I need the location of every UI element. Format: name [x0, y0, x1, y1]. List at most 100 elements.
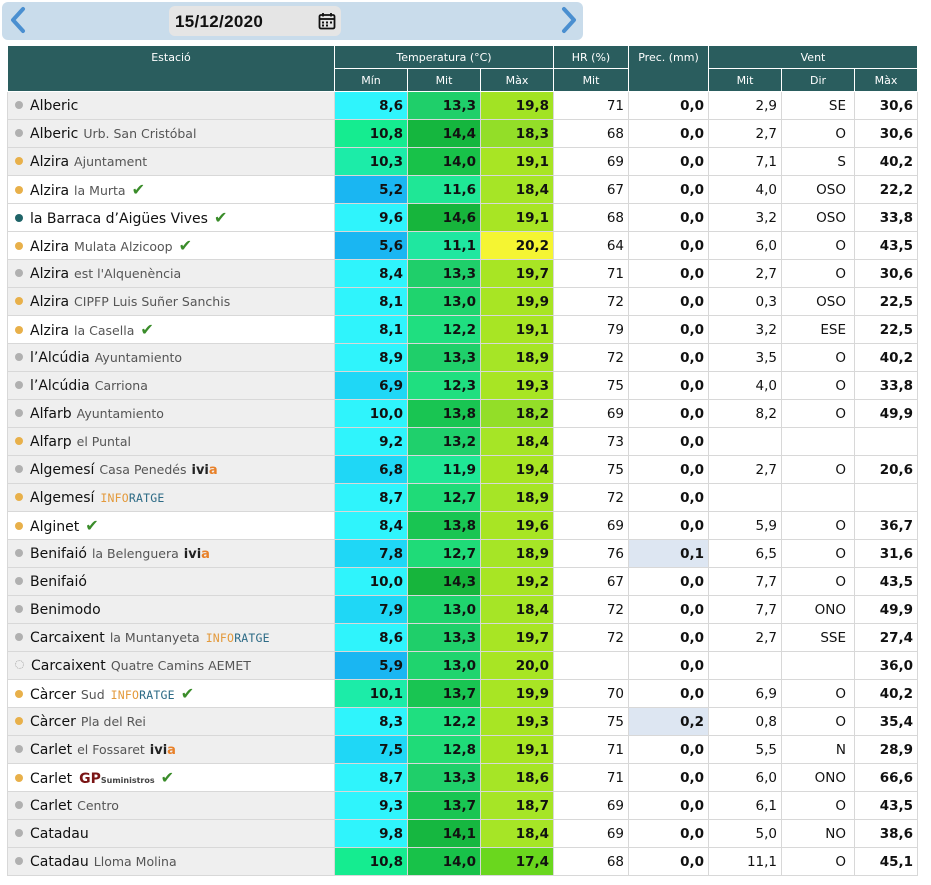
station-name[interactable]: Carlet	[30, 771, 72, 787]
station-name[interactable]: Catadau	[30, 854, 89, 870]
chevron-left-icon[interactable]	[6, 5, 30, 35]
header-hr-mit[interactable]: Mit	[553, 68, 629, 92]
table-row[interactable]: l’Alcúdia Carriona 6,9 12,3 19,3 75 0,0 4,0 O 33,…	[7, 371, 918, 400]
station-cell[interactable]: Catadau	[7, 819, 335, 848]
table-row[interactable]: Càrcer Pla del Rei 8,3 12,2 19,3 75 0,2 0,8 O 35,…	[7, 707, 918, 736]
table-row[interactable]: Alzira CIPFP Luis Suñer Sanchis 8,1 13,0 19,…	[7, 287, 918, 316]
status-dot-icon	[15, 660, 24, 669]
table-row[interactable]: Alzira la Murta ✔ 5,2 11,6 18,4 67 0,0 4,0 OSO 22,…	[7, 175, 918, 204]
table-row[interactable]: Catadau 9,8 14,1 18,4 69 0,0 5,0 NO 38,6	[7, 819, 918, 848]
header-wind-dir[interactable]: Dir	[781, 68, 855, 92]
station-name[interactable]: Carcaixent	[30, 630, 105, 646]
station-name[interactable]: Alberic	[30, 126, 78, 142]
station-cell[interactable]: Alzira CIPFP Luis Suñer Sanchis	[7, 287, 335, 316]
table-row[interactable]: Carcaixent Quatre Camins AEMET 5,9 13,0 20,0…	[7, 651, 918, 680]
table-row[interactable]: Càrcer Sud INFORATGE ✔ 10,1 13,7 19,9 70 0,0 6,9 O…	[7, 679, 918, 708]
header-wind-mit[interactable]: Mit	[708, 68, 782, 92]
table-row[interactable]: Carcaixent la Muntanyeta INFORATGE 8,6 13,3 1…	[7, 623, 918, 652]
table-row[interactable]: Benimodo 7,9 13,0 18,4 72 0,0 7,7 ONO 49,9	[7, 595, 918, 624]
station-name[interactable]: Benifaió	[30, 574, 87, 590]
header-precipitation[interactable]: Prec. (mm)	[628, 45, 709, 92]
table-row[interactable]: Alfarb Ayuntamiento 10,0 13,8 18,2 69 0,0 8,2 O 4…	[7, 399, 918, 428]
station-cell[interactable]: Alfarp el Puntal	[7, 427, 335, 456]
station-cell[interactable]: Carlet Centro	[7, 791, 335, 820]
station-name[interactable]: la Barraca d’Aigües Vives	[30, 211, 208, 227]
station-cell[interactable]: Carlet el Fossaret ivia	[7, 735, 335, 764]
table-row[interactable]: Algemesí INFORATGE 8,7 12,7 18,9 72 0,0	[7, 483, 918, 512]
station-cell[interactable]: Benifaió la Belenguera ivia	[7, 539, 335, 568]
station-cell[interactable]: Alberic Urb. San Cristóbal	[7, 119, 335, 148]
station-cell[interactable]: Carcaixent Quatre Camins AEMET	[7, 651, 335, 680]
station-name[interactable]: Catadau	[30, 826, 89, 842]
date-picker[interactable]: 15/12/2020	[169, 6, 341, 36]
station-name[interactable]: Alginet	[30, 519, 79, 535]
station-cell[interactable]: Càrcer Pla del Rei	[7, 707, 335, 736]
station-name[interactable]: Alzira	[30, 266, 69, 282]
station-cell[interactable]: Alzira la Murta ✔	[7, 175, 335, 204]
station-name[interactable]: Alzira	[30, 183, 69, 199]
station-cell[interactable]: Algemesí INFORATGE	[7, 483, 335, 512]
table-row[interactable]: la Barraca d’Aigües Vives ✔ 9,6 14,6 19,1 68 0…	[7, 203, 918, 232]
table-row[interactable]: Alberic 8,6 13,3 19,8 71 0,0 2,9 SE 30,6	[7, 91, 918, 120]
header-station[interactable]: Estació	[7, 45, 335, 92]
station-cell[interactable]: Alzira la Casella ✔	[7, 315, 335, 344]
table-row[interactable]: l’Alcúdia Ayuntamiento 8,9 13,3 18,9 72 0,0 3,5…	[7, 343, 918, 372]
station-name[interactable]: Carcaixent	[31, 658, 106, 674]
station-name[interactable]: Carlet	[30, 742, 72, 758]
station-cell[interactable]: Algemesí Casa Penedés ivia	[7, 455, 335, 484]
table-row[interactable]: Benifaió la Belenguera ivia 7,8 12,7 18,9 76 0,…	[7, 539, 918, 568]
header-temp-max[interactable]: Màx	[480, 68, 554, 92]
station-cell[interactable]: Carcaixent la Muntanyeta INFORATGE	[7, 623, 335, 652]
station-name[interactable]: Benimodo	[30, 602, 101, 618]
chevron-right-icon[interactable]	[557, 5, 581, 35]
station-cell[interactable]: Alzira Ajuntament	[7, 147, 335, 176]
header-wind-max[interactable]: Màx	[854, 68, 918, 92]
station-cell[interactable]: Càrcer Sud INFORATGE ✔	[7, 679, 335, 708]
table-row[interactable]: Carlet Centro 9,3 13,7 18,7 69 0,0 6,1 O 43,5	[7, 791, 918, 820]
station-name[interactable]: Alzira	[30, 294, 69, 310]
station-name[interactable]: Benifaió	[30, 546, 87, 562]
station-name[interactable]: l’Alcúdia	[30, 378, 90, 394]
station-cell[interactable]: la Barraca d’Aigües Vives ✔	[7, 203, 335, 232]
station-name[interactable]: Carlet	[30, 798, 72, 814]
station-cell[interactable]: Carlet GPSuministros ✔	[7, 763, 335, 792]
station-name[interactable]: l’Alcúdia	[30, 350, 90, 366]
station-name[interactable]: Alfarp	[30, 434, 72, 450]
calendar-icon[interactable]	[318, 12, 336, 35]
station-name[interactable]: Algemesí	[30, 490, 94, 506]
table-row[interactable]: Alzira Ajuntament 10,3 14,0 19,1 69 0,0 7,1 S 40,…	[7, 147, 918, 176]
header-temp-mit[interactable]: Mit	[407, 68, 481, 92]
table-row[interactable]: Carlet el Fossaret ivia 7,5 12,8 19,1 71 0,0 5,5…	[7, 735, 918, 764]
station-name[interactable]: Alzira	[30, 239, 69, 255]
table-row[interactable]: Benifaió 10,0 14,3 19,2 67 0,0 7,7 O 43,5	[7, 567, 918, 596]
table-row[interactable]: Carlet GPSuministros ✔ 8,7 13,3 18,6 71 0,0 6,0 O…	[7, 763, 918, 792]
station-cell[interactable]: l’Alcúdia Carriona	[7, 371, 335, 400]
station-name[interactable]: Alzira	[30, 323, 69, 339]
table-row[interactable]: Catadau Lloma Molina 10,8 14,0 17,4 68 0,0 11,1…	[7, 847, 918, 876]
station-name[interactable]: Algemesí	[30, 462, 94, 478]
station-name[interactable]: Alfarb	[30, 406, 72, 422]
station-cell[interactable]: Alzira est l'Alquenència	[7, 259, 335, 288]
table-row[interactable]: Alfarp el Puntal 9,2 13,2 18,4 73 0,0	[7, 427, 918, 456]
station-name[interactable]: Càrcer	[30, 714, 76, 730]
table-row[interactable]: Alzira est l'Alquenència 8,4 13,3 19,7 71 0,0 2…	[7, 259, 918, 288]
station-cell[interactable]: Alzira Mulata Alzicoop ✔	[7, 231, 335, 260]
station-name[interactable]: Alberic	[30, 98, 78, 114]
table-row[interactable]: Alginet ✔ 8,4 13,8 19,6 69 0,0 5,9 O 36,7	[7, 511, 918, 540]
station-cell[interactable]: Alberic	[7, 91, 335, 120]
table-row[interactable]: Algemesí Casa Penedés ivia 6,8 11,9 19,4 75 0,0…	[7, 455, 918, 484]
station-cell[interactable]: Alfarb Ayuntamiento	[7, 399, 335, 428]
table-row[interactable]: Alzira Mulata Alzicoop ✔ 5,6 11,1 20,2 64 0,0 6,…	[7, 231, 918, 260]
header-temp-min[interactable]: Mín	[334, 68, 408, 92]
station-cell[interactable]: Benifaió	[7, 567, 335, 596]
station-cell[interactable]: Catadau Lloma Molina	[7, 847, 335, 876]
check-icon: ✔	[178, 236, 192, 255]
station-name[interactable]: Càrcer	[30, 687, 76, 703]
table-row[interactable]: Alberic Urb. San Cristóbal 10,8 14,4 18,3 68 0…	[7, 119, 918, 148]
date-value[interactable]: 15/12/2020	[175, 12, 263, 32]
station-cell[interactable]: Alginet ✔	[7, 511, 335, 540]
station-cell[interactable]: Benimodo	[7, 595, 335, 624]
station-cell[interactable]: l’Alcúdia Ayuntamiento	[7, 343, 335, 372]
table-row[interactable]: Alzira la Casella ✔ 8,1 12,2 19,1 79 0,0 3,2 ESE 2…	[7, 315, 918, 344]
station-name[interactable]: Alzira	[30, 154, 69, 170]
